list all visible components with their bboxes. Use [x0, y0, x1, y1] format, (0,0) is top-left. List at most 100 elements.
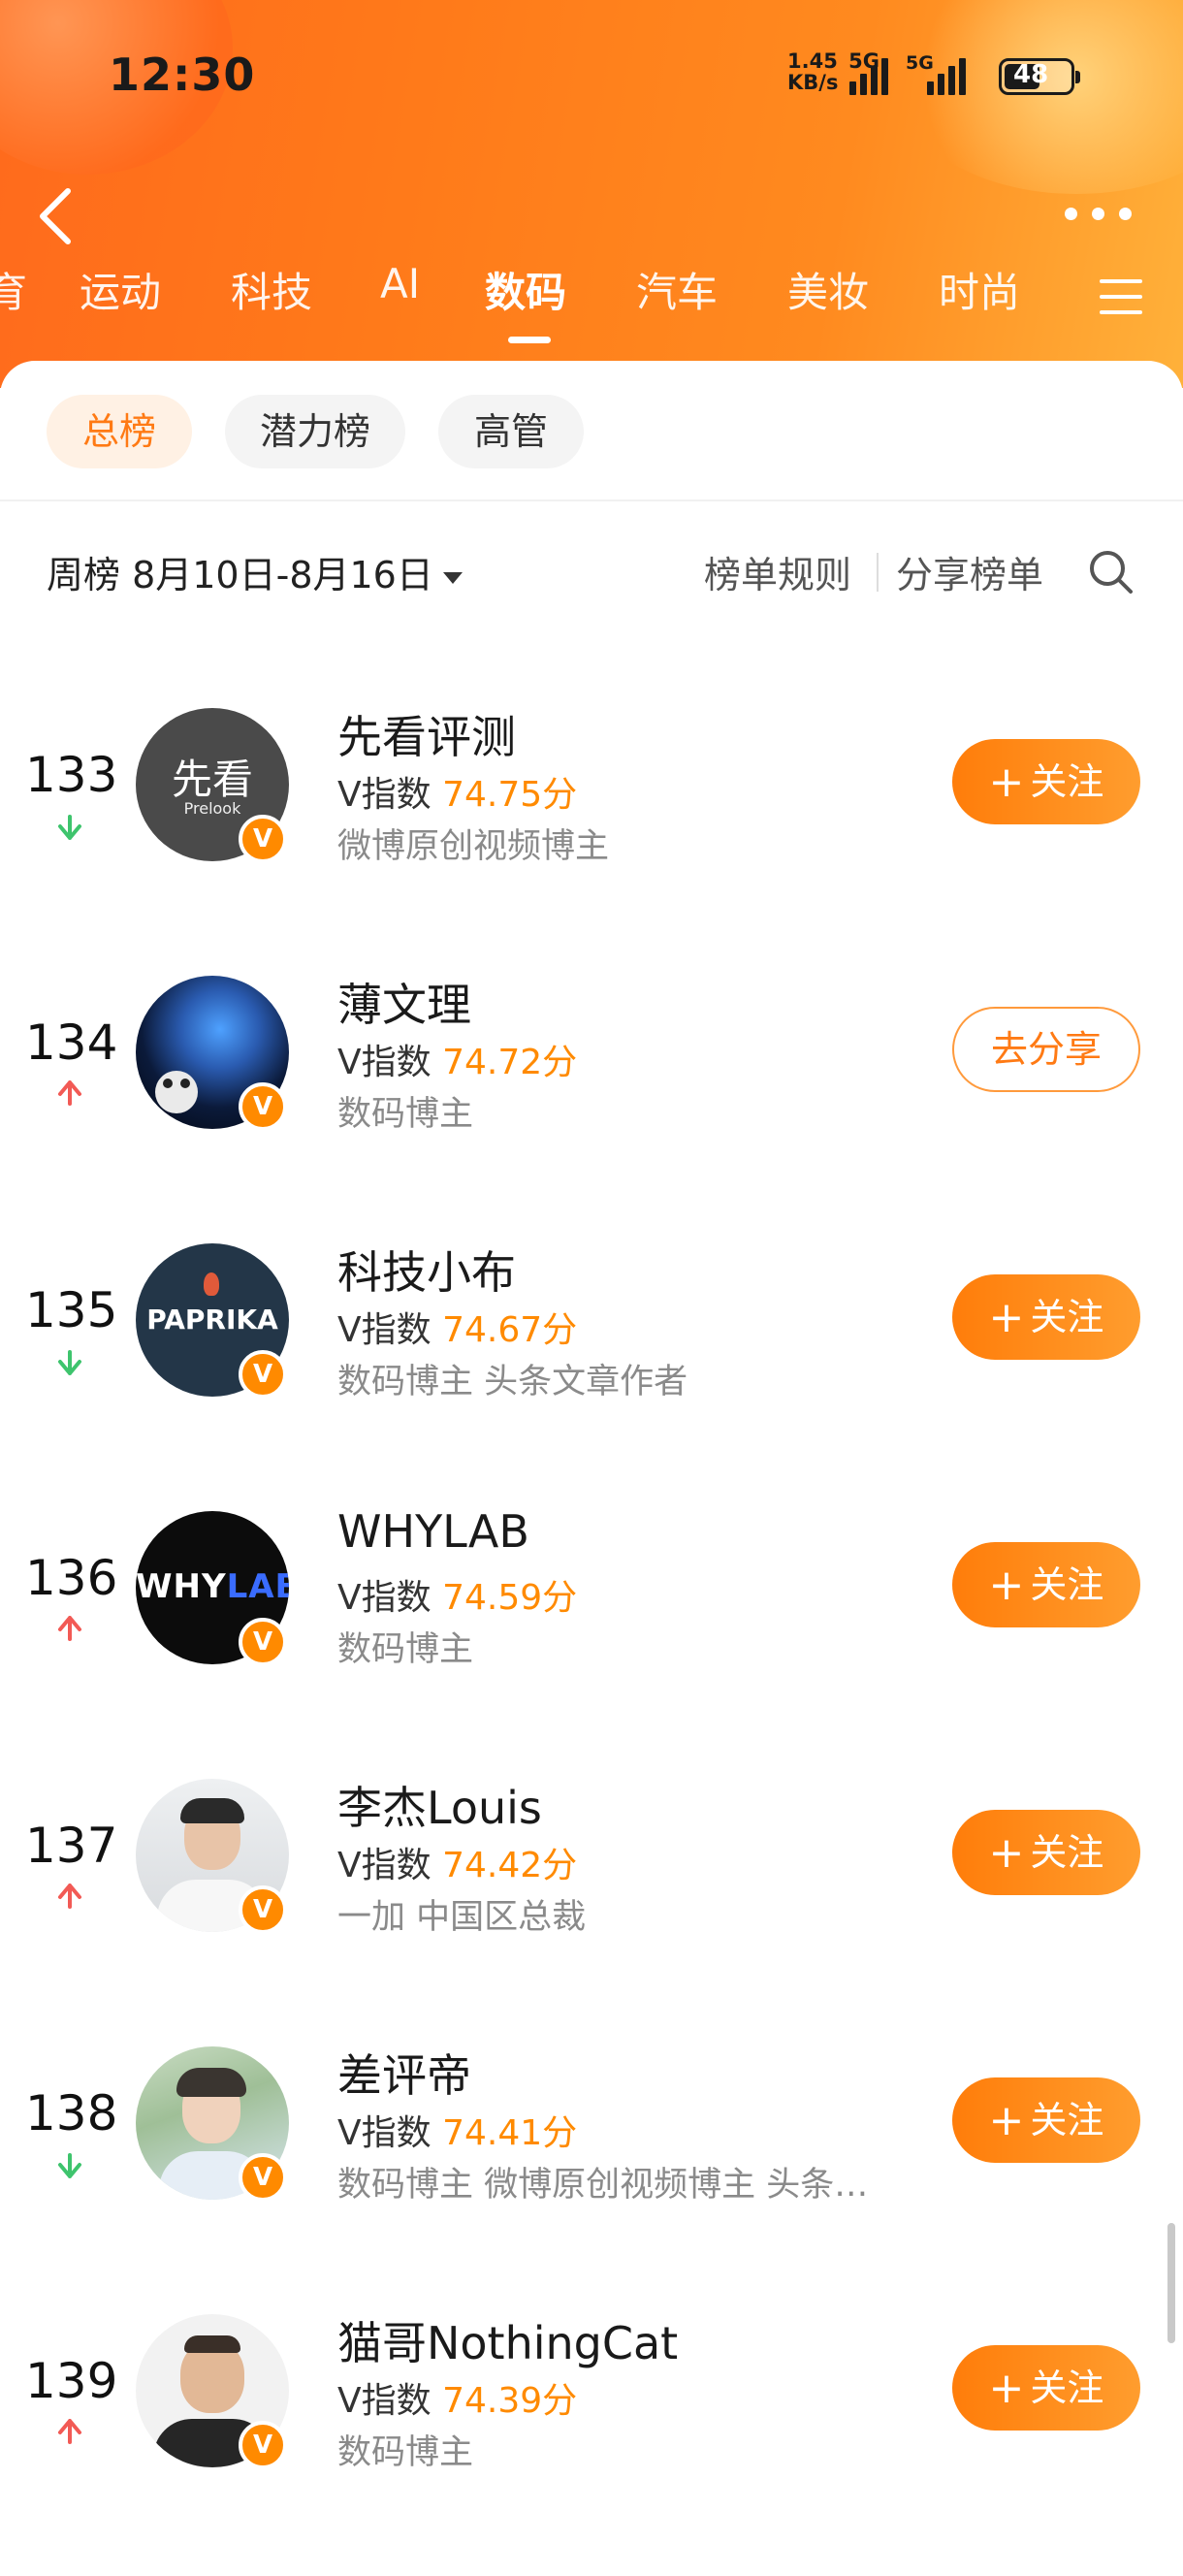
v-index: V指数 74.67分: [337, 1310, 578, 1350]
signal-icon: [849, 52, 900, 95]
blogger-desc: 一加 中国区总裁: [337, 1898, 587, 1937]
v-index: V指数 74.39分: [337, 2381, 578, 2421]
list-item[interactable]: 133 先看 Prelook V 先看评测 V指数 74.75分 微博原创视频博…: [0, 708, 1183, 921]
share-button[interactable]: 去分享: [952, 1007, 1140, 1092]
follow-button[interactable]: + 关注: [952, 739, 1140, 824]
home-bar: [0, 2549, 1183, 2576]
trend-up-icon: [58, 1884, 81, 1909]
blogger-desc: 数码博主: [337, 2433, 474, 2472]
search-button[interactable]: [1084, 545, 1138, 599]
follow-button[interactable]: + 关注: [952, 2345, 1140, 2431]
blogger-name[interactable]: WHYLAB: [337, 1505, 529, 1558]
rank-number: 134: [25, 1014, 118, 1071]
tab-beauty[interactable]: 美妆: [787, 260, 869, 319]
rank-number: 133: [25, 747, 118, 803]
status-time: 12:30: [109, 48, 256, 101]
v-index: V指数 74.41分: [337, 2113, 578, 2153]
blogger-name[interactable]: 猫哥NothingCat: [337, 2308, 678, 2372]
avatar-logo-text: WHYLAB: [136, 1567, 289, 1606]
list-item[interactable]: 139 V 猫哥NothingCat V指数 74.39分 数码博主 + 关注: [0, 2314, 1183, 2528]
v-index: V指数 74.75分: [337, 775, 578, 815]
more-options-button[interactable]: [1057, 194, 1144, 233]
trend-down-icon: [58, 2153, 81, 2178]
more-dot-icon: [1119, 208, 1132, 220]
v-index: V指数 74.59分: [337, 1578, 578, 1618]
verified-badge-icon: V: [239, 1885, 287, 1934]
v-index: V指数 74.72分: [337, 1043, 578, 1082]
blogger-desc: 微博原创视频博主: [337, 827, 610, 866]
search-icon: [1090, 551, 1133, 594]
divider: [0, 499, 1183, 501]
verified-badge-icon: V: [239, 2421, 287, 2469]
follow-button[interactable]: + 关注: [952, 1542, 1140, 1627]
period-label: 周榜 8月10日-8月16日: [47, 554, 433, 596]
verified-badge-icon: V: [239, 2153, 287, 2202]
v-score: 74.39分: [442, 2381, 578, 2421]
follow-button[interactable]: + 关注: [952, 1274, 1140, 1360]
battery-icon: 48: [999, 58, 1080, 95]
follow-button[interactable]: + 关注: [952, 2077, 1140, 2163]
verified-badge-icon: V: [239, 1618, 287, 1666]
v-score: 74.59分: [442, 1578, 578, 1618]
status-bar: 12:30 1.45 5G KB/s 5G 48: [0, 0, 1183, 155]
rank-number: 135: [25, 1282, 118, 1338]
chip-overall[interactable]: 总榜: [47, 395, 192, 468]
tab-digital[interactable]: 数码: [485, 260, 566, 319]
blogger-desc: 数码博主 微博原创视频博主 头条…: [337, 2166, 869, 2205]
blogger-name[interactable]: 科技小布: [337, 1238, 516, 1302]
avatar-logo-text: 先看: [171, 756, 253, 803]
more-dot-icon: [1065, 208, 1077, 220]
chip-potential[interactable]: 潜力榜: [225, 395, 405, 468]
rank-number: 139: [25, 2353, 118, 2409]
v-score: 74.67分: [442, 1310, 578, 1350]
back-button[interactable]: [29, 179, 87, 247]
blogger-desc: 数码博主 头条文章作者: [337, 1363, 688, 1401]
more-dot-icon: [1092, 208, 1104, 220]
rank-number: 136: [25, 1550, 118, 1606]
filter-bar: 周榜 8月10日-8月16日 榜单规则 分享榜单: [47, 545, 1136, 603]
scrollbar[interactable]: [1167, 2223, 1175, 2343]
blogger-name[interactable]: 差评帝: [337, 2041, 471, 2105]
v-score: 74.72分: [442, 1043, 578, 1082]
list-item[interactable]: 134 V 薄文理 V指数 74.72分 数码博主 去分享: [0, 976, 1183, 1189]
rank-number: 137: [25, 1818, 118, 1874]
follow-button[interactable]: + 关注: [952, 1810, 1140, 1895]
verified-badge-icon: V: [239, 1082, 287, 1131]
v-score: 74.75分: [442, 775, 578, 815]
blogger-name[interactable]: 李杰Louis: [337, 1773, 542, 1837]
active-tab-indicator: [508, 337, 551, 343]
menu-icon[interactable]: [1100, 277, 1144, 316]
tab-ai[interactable]: AI: [380, 260, 420, 307]
list-item[interactable]: 137 V 李杰Louis V指数 74.42分 一加 中国区总裁 + 关注: [0, 1779, 1183, 1992]
tab-tech[interactable]: 科技: [231, 260, 312, 319]
tab-fashion[interactable]: 时尚: [939, 260, 1020, 319]
rules-link[interactable]: 榜单规则: [704, 545, 851, 598]
blogger-name[interactable]: 先看评测: [337, 702, 516, 766]
blogger-desc: 数码博主: [337, 1095, 474, 1134]
trend-down-icon: [58, 815, 81, 840]
share-list-link[interactable]: 分享榜单: [896, 545, 1043, 598]
category-tabs: 育 运动 科技 AI 数码 汽车 美妆 时尚: [0, 260, 1183, 347]
blogger-name[interactable]: 薄文理: [337, 970, 471, 1034]
chip-executive[interactable]: 高管: [438, 395, 584, 468]
avatar-logo-text: PAPRIKA: [146, 1304, 278, 1336]
caret-down-icon: [442, 571, 463, 584]
tab-sports[interactable]: 运动: [80, 260, 161, 319]
period-selector[interactable]: 周榜 8月10日-8月16日: [47, 545, 463, 598]
list-item[interactable]: 136 WHYLAB V WHYLAB V指数 74.59分 数码博主 + 关注: [0, 1505, 1183, 1724]
v-index: V指数 74.42分: [337, 1846, 578, 1885]
verified-badge-icon: V: [239, 1350, 287, 1399]
signal-icon-2: 5G: [906, 52, 966, 95]
trend-down-icon: [58, 1350, 81, 1375]
chevron-left-icon: [40, 188, 71, 244]
ranking-panel: 总榜 潜力榜 高管 周榜 8月10日-8月16日 榜单规则 分享榜单 133 先…: [0, 361, 1183, 2576]
trend-up-icon: [58, 1080, 81, 1106]
list-item[interactable]: 135 PAPRIKA V 科技小布 V指数 74.67分 数码博主 头条文章作…: [0, 1243, 1183, 1457]
trend-up-icon: [58, 1616, 81, 1641]
tab-auto[interactable]: 汽车: [636, 260, 718, 319]
separator: [877, 553, 879, 592]
verified-badge-icon: V: [239, 815, 287, 863]
tab-sports-partial[interactable]: 育: [0, 260, 27, 319]
list-item[interactable]: 138 V 差评帝 V指数 74.41分 数码博主 微博原创视频博主 头条… +…: [0, 2046, 1183, 2260]
v-score: 74.41分: [442, 2113, 578, 2153]
